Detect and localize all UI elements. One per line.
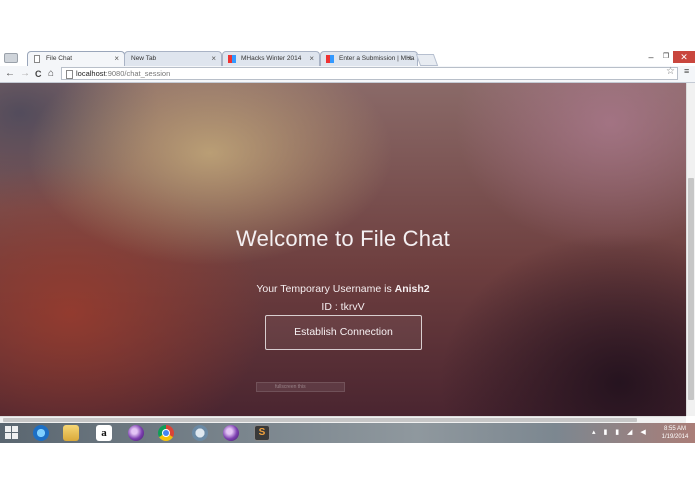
address-bar[interactable]: localhost:9080/chat_session [61,67,678,80]
close-icon[interactable]: × [114,52,119,66]
chrome-icon[interactable] [158,425,174,441]
horizontal-scroll-thumb[interactable] [3,418,637,422]
vertical-scrollbar[interactable] [686,83,695,416]
menu-icon[interactable]: ≡ [684,66,689,76]
tab-mhacks-winter[interactable]: MHacks Winter 2014 × [222,51,320,66]
tab-title: MHacks Winter 2014 [241,55,302,62]
tab-file-chat[interactable]: File Chat × [27,51,125,66]
establish-connection-button[interactable]: Establish Connection [265,315,422,350]
page-viewport: Welcome to File Chat Your Temporary User… [0,83,686,416]
clock-date: 1/19/2014 [661,434,689,440]
browser-tab-strip: File Chat × New Tab × MHacks Winter 2014… [0,50,695,66]
close-icon[interactable]: × [211,52,216,66]
username-line: Your Temporary Username is Anish2 [0,283,686,295]
mhacks-icon [228,55,236,63]
ie-icon[interactable] [33,425,49,441]
tab-enter-submission[interactable]: Enter a Submission | MHa × [320,51,418,66]
forward-icon[interactable]: → [20,67,30,81]
new-tab-button[interactable] [415,54,439,66]
clock-time: 8:55 AM [663,426,686,432]
bookmark-star-icon[interactable]: ☆ [666,66,675,77]
amazon-icon[interactable]: a [96,425,112,441]
tab-new-tab[interactable]: New Tab × [124,51,222,66]
restore-icon[interactable]: ❐ [658,51,674,63]
vertical-scroll-thumb[interactable] [688,178,694,400]
minimize-icon[interactable]: – [643,51,659,63]
username-label: Your Temporary Username is [256,283,395,295]
horizontal-scrollbar[interactable] [0,416,686,423]
close-icon[interactable]: × [407,52,412,66]
system-tray-icons[interactable]: ▴ ▮ ▮ ◢ ◀ [592,428,649,436]
taskbar-clock[interactable]: 8:55 AM 1/19/2014 [655,425,695,441]
faint-field[interactable]: fullscreen this [256,382,345,392]
media-orb-icon[interactable] [223,425,239,441]
username-value: Anish2 [394,283,430,295]
printer-icon [4,53,18,63]
page-icon [34,55,40,63]
page-title: Welcome to File Chat [236,226,450,251]
sublime-text-icon[interactable]: S [254,425,270,441]
url-path: :9080/chat_session [105,69,171,78]
session-id: ID : tkrvV [321,301,365,313]
page-icon [66,70,73,79]
media-orb-icon[interactable] [128,425,144,441]
reload-icon[interactable]: C [35,67,42,81]
tab-title: File Chat [46,55,73,62]
tab-title: New Tab [131,55,157,62]
url-host: localhost [76,69,106,78]
file-explorer-icon[interactable] [63,425,79,441]
windows-start-icon[interactable] [5,426,19,440]
tab-title: Enter a Submission | MHa [339,55,415,62]
mhacks-icon [326,55,334,63]
back-icon[interactable]: ← [5,67,15,81]
window-close-icon[interactable]: ✕ [673,51,695,63]
windows-taskbar: a S ▴ ▮ ▮ ◢ ◀ 8:55 AM 1/19/2014 [0,423,695,443]
tool-icon[interactable] [192,425,208,441]
close-icon[interactable]: × [309,52,314,66]
home-icon[interactable]: ⌂ [48,67,54,81]
